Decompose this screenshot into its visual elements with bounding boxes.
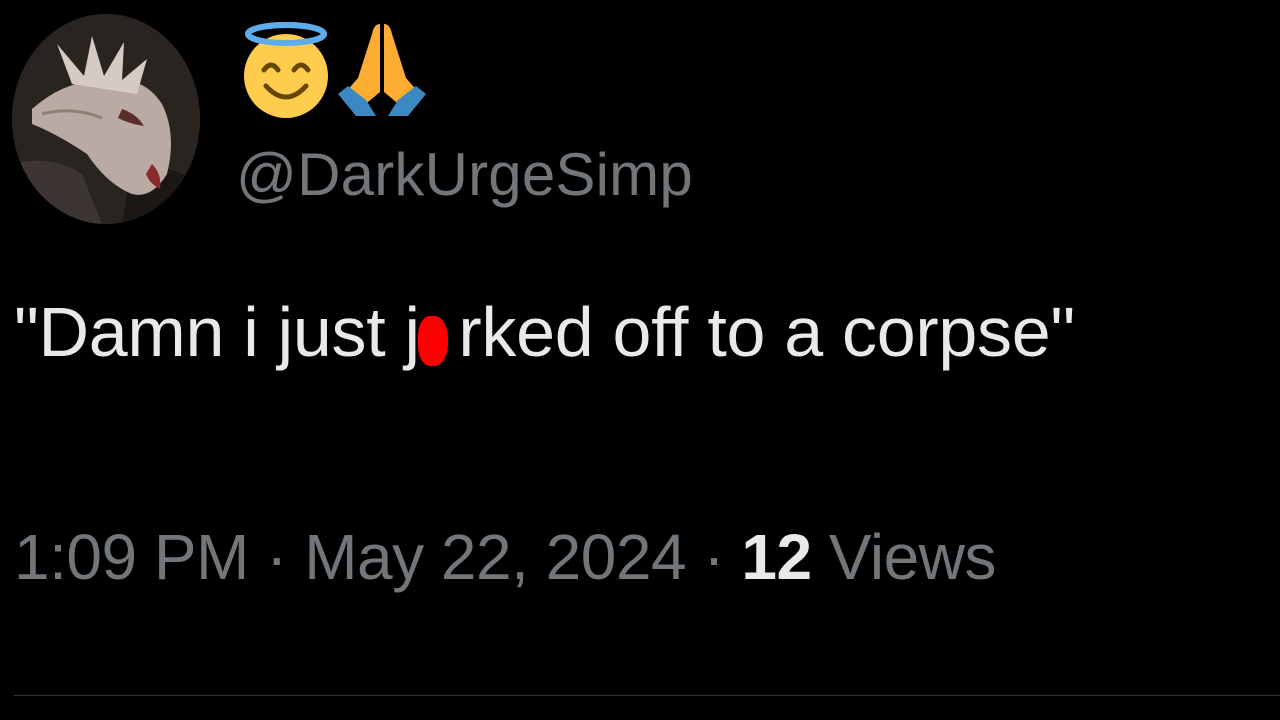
- views-count: 12: [741, 521, 812, 593]
- tweet-date[interactable]: May 22, 2024: [304, 521, 686, 593]
- views-label: Views: [811, 521, 997, 593]
- separator: ·: [686, 521, 742, 593]
- folded-hands-icon: [338, 24, 426, 116]
- censor-mark: e: [417, 292, 459, 372]
- author-handle[interactable]: @DarkUrgeSimp: [236, 140, 693, 209]
- tweet-time[interactable]: 1:09 PM: [14, 521, 249, 593]
- tweet[interactable]: @DarkUrgeSimp "Damn i just jerked off to…: [0, 0, 1280, 720]
- separator: ·: [248, 521, 305, 593]
- smiling-face-with-halo-icon: [244, 22, 328, 118]
- tweet-text-part-1: "Damn i just j: [14, 293, 420, 371]
- avatar-image: [12, 14, 200, 224]
- tweet-text-part-2: rked off to a corpse": [458, 293, 1075, 371]
- display-name[interactable]: [240, 18, 428, 122]
- avatar[interactable]: [12, 14, 200, 224]
- divider: [14, 695, 1280, 696]
- tweet-meta: 1:09 PM · May 22, 2024 · 12 Views: [14, 520, 996, 594]
- tweet-text: "Damn i just jerked off to a corpse": [14, 292, 1075, 372]
